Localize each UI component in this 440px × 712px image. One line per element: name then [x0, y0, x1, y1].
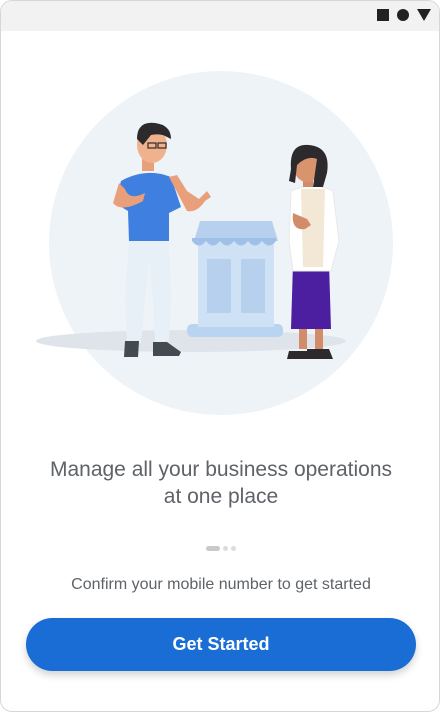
phone-screen: Manage all your business operations at o… [0, 0, 440, 712]
shop-kiosk-icon [187, 221, 283, 337]
square-icon [377, 9, 389, 21]
page-dot-active [206, 546, 220, 551]
get-started-button[interactable]: Get Started [26, 618, 416, 671]
headline: Manage all your business operations at o… [21, 456, 421, 510]
headline-line-1: Manage all your business operations [49, 458, 393, 481]
page-indicator [1, 546, 439, 551]
circle-icon [397, 9, 409, 21]
status-icons [377, 9, 431, 21]
page-dot [223, 546, 228, 551]
status-bar [1, 1, 439, 31]
onboarding-illustration [36, 71, 393, 415]
subtext: Confirm your mobile number to get starte… [71, 576, 371, 593]
headline-line-2: at one place [163, 485, 279, 508]
page-dot [231, 546, 236, 551]
triangle-icon [417, 9, 431, 21]
